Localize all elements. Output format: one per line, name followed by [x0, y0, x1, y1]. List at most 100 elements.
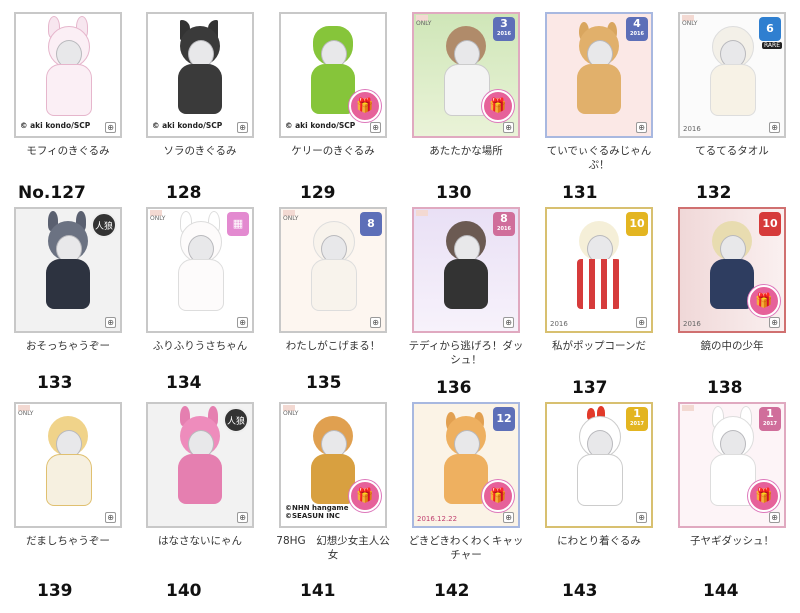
- item-number: 137: [572, 378, 608, 398]
- rank-number: 8: [367, 217, 375, 230]
- zoom-icon[interactable]: ⊕: [237, 512, 248, 523]
- gift-icon: 🎁: [482, 480, 514, 512]
- item-number: 142: [434, 581, 470, 601]
- zoom-icon[interactable]: ⊕: [105, 512, 116, 523]
- item-name: にわとり着ぐるみ: [557, 535, 641, 547]
- item-name: ソラのきぐるみ: [163, 145, 237, 157]
- item-number: 130: [436, 183, 472, 203]
- item-number: 141: [300, 581, 336, 601]
- rank-year: 2017: [763, 421, 777, 427]
- item-name: あたたかな場所: [429, 145, 503, 157]
- zoom-icon[interactable]: ⊕: [503, 512, 514, 523]
- rank-badge: 10: [626, 212, 648, 236]
- rank-badge: 1 2017: [626, 407, 648, 431]
- rank-badge: 8: [360, 212, 382, 236]
- zoom-icon[interactable]: ⊕: [636, 512, 647, 523]
- rank-year: 2016: [497, 31, 511, 37]
- zoom-icon[interactable]: ⊕: [769, 317, 780, 328]
- rank-badge: 8 2016: [493, 212, 515, 236]
- item-number: 131: [562, 183, 598, 203]
- calendar-badge-icon: ▦: [227, 212, 249, 236]
- item-number: 136: [436, 378, 472, 398]
- rank-number: 12: [496, 412, 512, 425]
- zoom-icon[interactable]: ⊕: [503, 317, 514, 328]
- year-label: 2016.12.22: [417, 515, 458, 523]
- rank-year: 2016: [497, 226, 511, 232]
- item-name: ていでぃぐるみじゃんぷ！: [546, 145, 652, 171]
- year-label: 2016: [683, 320, 701, 328]
- only-label: ONLY: [416, 20, 432, 27]
- zoom-icon[interactable]: ⊕: [503, 122, 514, 133]
- item-number: 132: [696, 183, 732, 203]
- rank-year: 2017: [630, 421, 644, 427]
- item-number: 134: [166, 373, 202, 393]
- rank-number: 3: [500, 17, 508, 30]
- item-name: どきどきわくわくキャッチャー: [408, 535, 524, 561]
- werewolf-emblem: 人狼: [223, 407, 249, 433]
- item-number: 143: [562, 581, 598, 601]
- item-name: 78HG 幻想少女主人公女: [276, 535, 390, 561]
- item-name: ふりふりうさちゃん: [152, 340, 248, 352]
- rank-number: 6: [766, 22, 774, 35]
- item-name: 鏡の中の少年: [700, 340, 764, 352]
- only-swatch: [682, 405, 694, 411]
- rank-badge: 3 2016: [493, 17, 515, 41]
- item-number: 135: [306, 373, 342, 393]
- gift-icon: 🎁: [482, 90, 514, 122]
- zoom-icon[interactable]: ⊕: [636, 317, 647, 328]
- only-label: ONLY: [150, 215, 166, 222]
- rank-year: 2016: [630, 31, 644, 37]
- only-label: ONLY: [18, 410, 34, 417]
- zoom-icon[interactable]: ⊕: [370, 317, 381, 328]
- rank-badge: 4 2016: [626, 17, 648, 41]
- rank-badge: 10: [759, 212, 781, 236]
- zoom-icon[interactable]: ⊕: [237, 122, 248, 133]
- rank-number: 10: [762, 217, 778, 230]
- only-swatch: [416, 210, 428, 216]
- item-name: 子ヤギダッシュ！: [690, 535, 774, 547]
- zoom-icon[interactable]: ⊕: [370, 122, 381, 133]
- item-number: 138: [707, 378, 743, 398]
- copyright-label: ©NHN hangame ©SEASUN INC: [285, 504, 349, 520]
- rank-number: 1: [766, 407, 774, 420]
- copyright-label: © aki kondo/SCP: [20, 121, 91, 130]
- rank-number: 1: [633, 407, 641, 420]
- werewolf-emblem: 人狼: [91, 212, 117, 238]
- zoom-icon[interactable]: ⊕: [105, 122, 116, 133]
- item-name: ケリーのきぐるみ: [291, 145, 375, 157]
- item-name: はなさないにゃん: [158, 535, 242, 547]
- rank-number: 10: [629, 217, 645, 230]
- zoom-icon[interactable]: ⊕: [769, 122, 780, 133]
- gift-icon: 🎁: [349, 90, 381, 122]
- item-number: 144: [703, 581, 739, 601]
- item-number: No.127: [18, 183, 86, 203]
- item-name: テディから逃げろ！ダッシュ！: [408, 340, 524, 366]
- item-name: モフィのきぐるみ: [26, 145, 110, 157]
- item-name: わたしがこげまる！: [285, 340, 381, 352]
- item-number: 139: [37, 581, 73, 601]
- item-number: 129: [300, 183, 336, 203]
- item-number: 133: [37, 373, 73, 393]
- item-name: だましちゃうぞー: [26, 535, 110, 547]
- copyright-label: © aki kondo/SCP: [152, 121, 223, 130]
- gift-icon: 🎁: [748, 480, 780, 512]
- item-name: おそっちゃうぞー: [26, 340, 110, 352]
- rare-badge: RARE: [762, 42, 782, 49]
- rank-badge: 6: [759, 17, 781, 41]
- year-label: 2016: [683, 125, 701, 133]
- zoom-icon[interactable]: ⊕: [636, 122, 647, 133]
- rank-badge: 1 2017: [759, 407, 781, 431]
- only-label: ONLY: [283, 215, 299, 222]
- year-label: 2016: [550, 320, 568, 328]
- zoom-icon[interactable]: ⊕: [237, 317, 248, 328]
- rank-number: 8: [500, 212, 508, 225]
- only-label: ONLY: [682, 20, 698, 27]
- item-number: 128: [166, 183, 202, 203]
- only-label: ONLY: [283, 410, 299, 417]
- zoom-icon[interactable]: ⊕: [769, 512, 780, 523]
- zoom-icon[interactable]: ⊕: [105, 317, 116, 328]
- item-name: てるてるタオル: [695, 145, 769, 157]
- item-number: 140: [166, 581, 202, 601]
- item-name: 私がポップコーンだ: [552, 340, 646, 352]
- copyright-label: © aki kondo/SCP: [285, 121, 356, 130]
